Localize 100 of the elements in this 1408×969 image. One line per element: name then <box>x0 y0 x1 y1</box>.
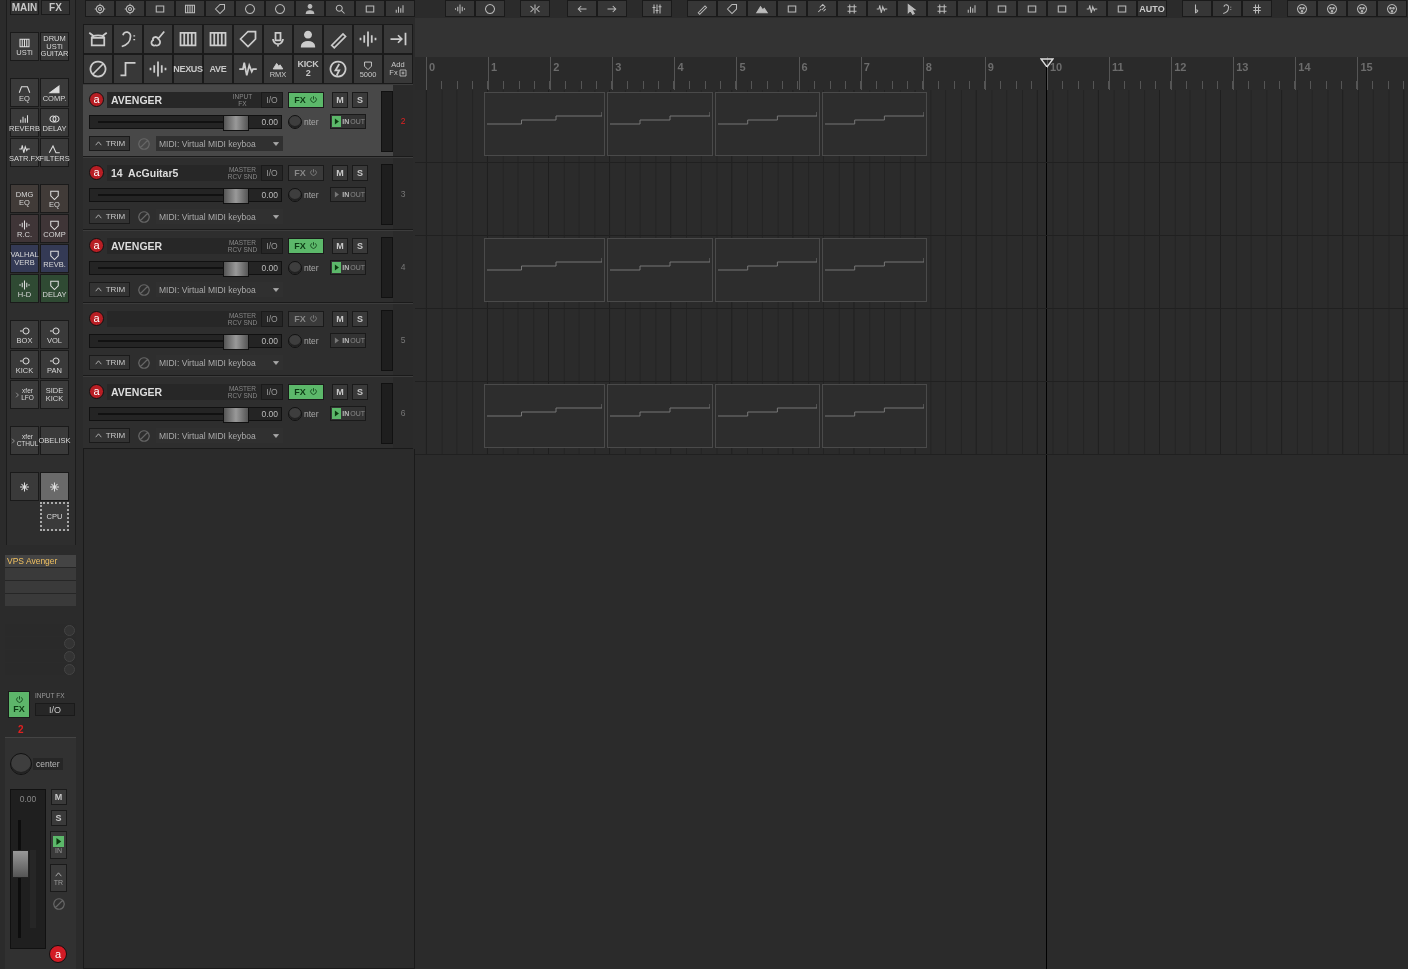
toolbar-button[interactable] <box>83 54 113 84</box>
slider-thumb[interactable] <box>223 333 250 350</box>
toolbar-button[interactable] <box>1287 0 1317 17</box>
slider-thumb[interactable] <box>223 406 250 423</box>
toolbar-button[interactable] <box>323 24 353 54</box>
toolbar-button[interactable] <box>1212 0 1242 17</box>
fx-button[interactable]: FX <box>288 383 324 400</box>
slider-thumb[interactable] <box>223 260 250 277</box>
io-button[interactable]: I/O <box>261 91 283 108</box>
slider-thumb[interactable] <box>223 187 250 204</box>
volume-slider[interactable]: 0.00 <box>89 114 282 129</box>
mute-button[interactable]: M <box>332 164 348 181</box>
input-dropdown[interactable]: MIDI: Virtual MIDI keyboa <box>156 136 283 151</box>
toolbar-button[interactable] <box>383 24 413 54</box>
toolbar-button[interactable] <box>143 24 173 54</box>
trim-button[interactable]: TRIM <box>89 355 130 370</box>
toolbar-button[interactable] <box>867 0 897 17</box>
toolbar-button[interactable] <box>175 0 205 17</box>
fx-button[interactable]: FX <box>288 237 324 254</box>
toolbar-button[interactable] <box>927 0 957 17</box>
toolbar-button[interactable] <box>1047 0 1077 17</box>
record-arm-button[interactable]: a <box>89 165 104 180</box>
toolbar-button[interactable] <box>687 0 717 17</box>
trim-button[interactable]: TRIM <box>89 136 130 151</box>
toolbar-button[interactable] <box>233 24 263 54</box>
volume-slider[interactable]: 0.00 <box>89 260 282 275</box>
toolbar-button[interactable] <box>263 24 293 54</box>
toolbar-button[interactable]: NEXUS <box>173 54 203 84</box>
automation-button[interactable]: AUTO <box>1137 0 1167 17</box>
toolbar-button[interactable] <box>837 0 867 17</box>
toolbar-button[interactable] <box>1317 0 1347 17</box>
pan-control[interactable]: nter <box>288 187 321 202</box>
toolbar-button[interactable] <box>83 24 113 54</box>
solo-button[interactable]: S <box>352 164 368 181</box>
launcher-tab[interactable]: MAIN <box>10 0 39 15</box>
track-lane[interactable] <box>415 309 1408 382</box>
fx-slot[interactable]: VPS Avenger <box>5 555 76 567</box>
toolbar-button[interactable] <box>1077 0 1107 17</box>
toolbar-button[interactable] <box>173 24 203 54</box>
toolbar-button[interactable] <box>293 24 323 54</box>
toolbar-button[interactable] <box>203 24 233 54</box>
toolbar-button[interactable] <box>520 0 550 17</box>
trim-button[interactable]: TRIM <box>89 428 130 443</box>
pan-control[interactable]: nter <box>288 333 321 348</box>
toolbar-button[interactable] <box>807 0 837 17</box>
solo-button[interactable]: S <box>352 91 368 108</box>
mute-button[interactable]: M <box>332 237 348 254</box>
solo-button[interactable]: S <box>50 810 67 826</box>
mute-button[interactable]: M <box>50 789 67 805</box>
toolbar-button[interactable] <box>143 54 173 84</box>
io-button[interactable]: I/O <box>261 164 283 181</box>
toolbar-button[interactable] <box>295 0 325 17</box>
toolbar-button[interactable] <box>475 0 505 17</box>
launcher-tab[interactable]: FX <box>41 0 70 15</box>
pan-control[interactable]: nter <box>288 406 321 421</box>
trim-button[interactable]: TRIM <box>89 282 130 297</box>
toolbar-button[interactable] <box>1182 0 1212 17</box>
volume-slider[interactable]: 0.00 <box>89 187 282 202</box>
toolbar-button[interactable] <box>987 0 1017 17</box>
fader-thumb[interactable] <box>12 849 29 878</box>
toolbar-button[interactable] <box>897 0 927 17</box>
toolbar-button[interactable] <box>385 0 415 17</box>
toolbar-button[interactable] <box>957 0 987 17</box>
mute-button[interactable]: M <box>332 91 348 108</box>
volume-fader[interactable]: 0.00 <box>10 789 46 949</box>
track-name-field[interactable]: AVENGER <box>107 91 224 108</box>
fx-button[interactable]: FX <box>8 691 30 718</box>
toolbar-button[interactable] <box>235 0 265 17</box>
toolbar-button[interactable] <box>717 0 747 17</box>
track-lane[interactable] <box>415 163 1408 236</box>
toolbar-button[interactable] <box>445 0 475 17</box>
toolbar-button[interactable] <box>1242 0 1272 17</box>
plugin-button[interactable] <box>10 472 39 501</box>
mute-button[interactable]: M <box>332 310 348 327</box>
record-arm-button[interactable]: a <box>89 238 104 253</box>
toolbar-button[interactable] <box>355 0 385 17</box>
record-arm-button[interactable]: a <box>89 311 104 326</box>
record-arm-button[interactable]: a <box>49 945 67 963</box>
toolbar-button[interactable]: KICK 2 <box>293 54 323 84</box>
toolbar-button[interactable] <box>325 0 355 17</box>
toolbar-button[interactable] <box>113 54 143 84</box>
trim-button[interactable]: TRIM <box>89 209 130 224</box>
fx-button[interactable]: FX <box>288 91 324 108</box>
toolbar-button[interactable] <box>85 0 115 17</box>
pan-control[interactable]: nter <box>288 260 321 275</box>
slider-thumb[interactable] <box>223 114 250 131</box>
solo-button[interactable]: S <box>352 310 368 327</box>
io-button[interactable]: I/O <box>35 703 75 716</box>
record-arm-button[interactable]: a <box>89 92 104 107</box>
track-name-field[interactable]: AVENGER <box>107 383 224 400</box>
track-name-field[interactable]: 14 AcGuitar5 <box>107 164 224 181</box>
mute-button[interactable]: M <box>332 383 348 400</box>
toolbar-button[interactable] <box>1347 0 1377 17</box>
plugin-button[interactable] <box>40 472 69 501</box>
toolbar-button[interactable] <box>1017 0 1047 17</box>
record-arm-button[interactable]: a <box>89 384 104 399</box>
io-button[interactable]: I/O <box>261 383 283 400</box>
toolbar-button[interactable]: AVE <box>203 54 233 84</box>
toolbar-button[interactable] <box>113 24 143 54</box>
toolbar-button[interactable] <box>323 54 353 84</box>
